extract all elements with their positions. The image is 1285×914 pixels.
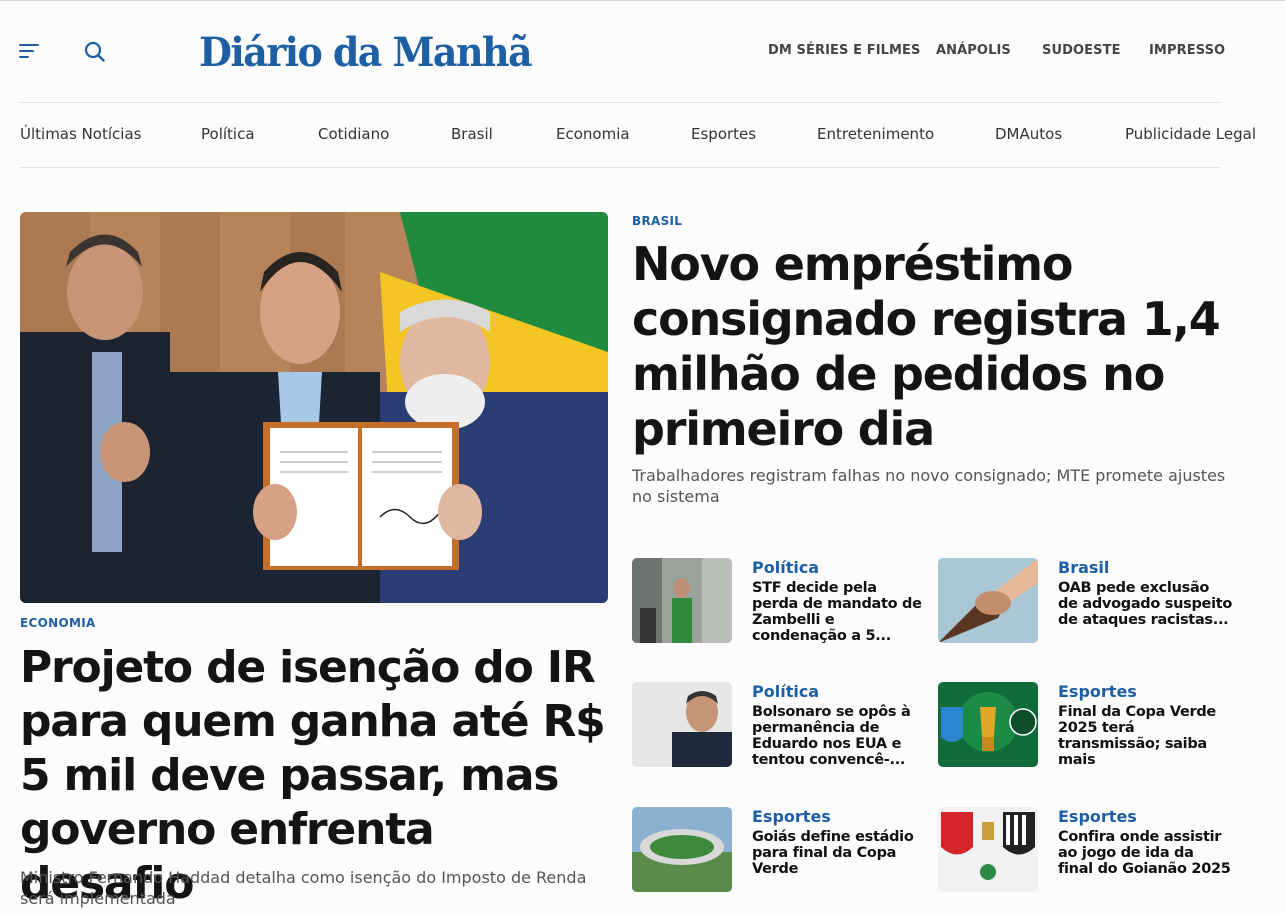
nav-publicidade-legal[interactable]: Publicidade Legal xyxy=(1125,125,1256,143)
nav-esportes[interactable]: Esportes xyxy=(691,125,756,143)
top-link-anapolis[interactable]: ANÁPOLIS xyxy=(936,43,1011,58)
news-card-category[interactable]: Política xyxy=(752,682,819,701)
news-card[interactable]: Esportes Goiás define estádio para final… xyxy=(632,807,932,897)
news-card-category[interactable]: Esportes xyxy=(752,807,831,826)
main-story-image[interactable] xyxy=(20,212,608,603)
nav-dmautos[interactable]: DMAutos xyxy=(995,125,1062,143)
secondary-story-subtitle: Trabalhadores registram falhas no novo c… xyxy=(632,466,1226,506)
news-card[interactable]: Esportes Final da Copa Verde 2025 terá t… xyxy=(938,682,1238,772)
news-card[interactable]: Política STF decide pela perda de mandat… xyxy=(632,558,932,648)
nav-entretenimento[interactable]: Entretenimento xyxy=(817,125,934,143)
site-logo[interactable]: Diário da Manhã xyxy=(199,27,533,77)
news-card-category[interactable]: Brasil xyxy=(1058,558,1109,577)
news-card-thumbnail[interactable] xyxy=(632,682,732,767)
news-card[interactable]: Brasil OAB pede exclusão de advogado sus… xyxy=(938,558,1238,648)
news-card-thumbnail[interactable] xyxy=(938,682,1038,767)
news-card-category[interactable]: Esportes xyxy=(1058,807,1137,826)
secondary-story-kicker[interactable]: BRASIL xyxy=(632,214,682,228)
news-card[interactable]: Política Bolsonaro se opôs à permanência… xyxy=(632,682,932,772)
header-divider xyxy=(20,102,1220,103)
nav-economia[interactable]: Economia xyxy=(556,125,630,143)
top-link-series-filmes[interactable]: DM SÉRIES E FILMES xyxy=(768,43,921,58)
nav-politica[interactable]: Política xyxy=(201,125,255,143)
site-header: Diário da Manhã DM SÉRIES E FILMES ANÁPO… xyxy=(0,1,1285,102)
news-card-title[interactable]: Bolsonaro se opôs à permanência de Eduar… xyxy=(752,704,927,768)
nav-ultimas-noticias[interactable]: Últimas Notícias xyxy=(20,125,141,143)
news-card-thumbnail[interactable] xyxy=(632,807,732,892)
main-story-kicker[interactable]: ECONOMIA xyxy=(20,616,96,630)
news-card[interactable]: Esportes Confira onde assistir ao jogo d… xyxy=(938,807,1238,897)
news-card-title[interactable]: STF decide pela perda de mandato de Zamb… xyxy=(752,580,927,644)
news-card-title[interactable]: OAB pede exclusão de advogado suspeito d… xyxy=(1058,580,1233,628)
top-link-sudoeste[interactable]: SUDOESTE xyxy=(1042,43,1121,58)
news-card-thumbnail[interactable] xyxy=(938,807,1038,892)
news-card-thumbnail[interactable] xyxy=(938,558,1038,643)
nav-divider xyxy=(20,167,1220,168)
news-card-title[interactable]: Goiás define estádio para final da Copa … xyxy=(752,829,927,877)
top-link-impresso[interactable]: IMPRESSO xyxy=(1149,43,1225,58)
nav-cotidiano[interactable]: Cotidiano xyxy=(318,125,389,143)
menu-icon[interactable] xyxy=(19,41,41,61)
news-card-title[interactable]: Final da Copa Verde 2025 terá transmissã… xyxy=(1058,704,1233,768)
news-card-category[interactable]: Esportes xyxy=(1058,682,1137,701)
news-card-category[interactable]: Política xyxy=(752,558,819,577)
news-card-thumbnail[interactable] xyxy=(632,558,732,643)
nav-brasil[interactable]: Brasil xyxy=(451,125,493,143)
search-icon[interactable] xyxy=(83,40,107,64)
secondary-story-headline[interactable]: Novo empréstimo consignado registra 1,4 … xyxy=(632,237,1252,457)
news-card-title[interactable]: Confira onde assistir ao jogo de ida da … xyxy=(1058,829,1233,877)
main-story-subtitle: Ministro Fernando Haddad detalha como is… xyxy=(20,868,587,908)
